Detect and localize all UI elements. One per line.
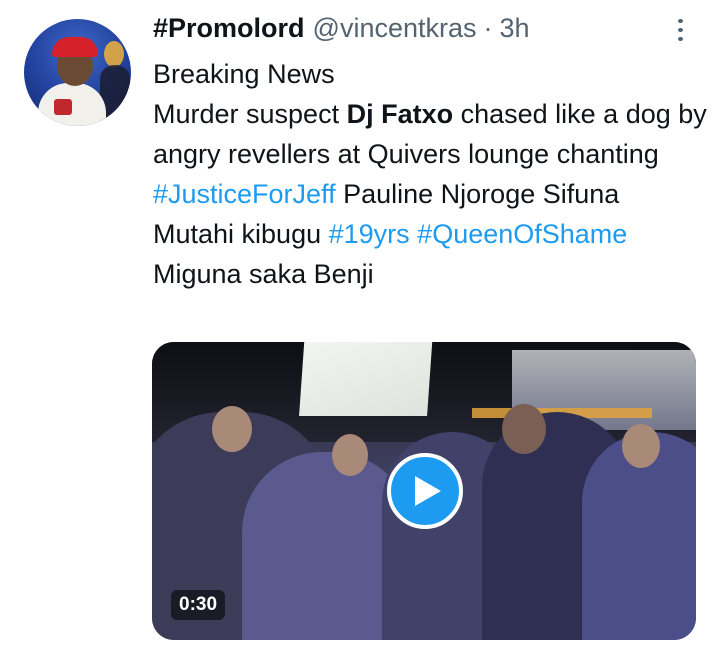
tweet-text-fragment: Pauline Njoroge Sifuna xyxy=(335,179,620,209)
tweet-text-fragment: Mutahi kibugu xyxy=(153,219,329,249)
hashtag-19yrs[interactable]: #19yrs xyxy=(329,219,410,249)
hashtag-justiceforjeff[interactable]: #JusticeForJeff xyxy=(153,179,336,209)
video-player[interactable]: 0:30 xyxy=(152,342,696,640)
video-scene-head xyxy=(622,424,660,468)
video-scene-head xyxy=(212,406,252,452)
avatar-red-cap xyxy=(52,37,98,57)
tweet-header: #Promolord @vincentkras · 3h xyxy=(153,13,530,47)
tweet-line-last: Miguna saka Benji xyxy=(153,259,374,289)
avatar-person-body xyxy=(38,83,106,126)
more-vertical-icon[interactable] xyxy=(666,16,694,44)
avatar[interactable] xyxy=(24,19,131,126)
tweet-bold-name: Dj Fatxo xyxy=(346,99,454,129)
author-handle[interactable]: @vincentkras xyxy=(313,13,477,44)
tweet-timestamp[interactable]: 3h xyxy=(500,13,530,44)
video-duration-badge: 0:30 xyxy=(171,590,226,620)
video-scene-head xyxy=(332,434,368,476)
tweet-line-breaking-news: Breaking News xyxy=(153,59,335,89)
video-scene-head xyxy=(502,404,546,454)
hashtag-queenofshame[interactable]: #QueenOfShame xyxy=(417,219,627,249)
tweet-line-tags: Mutahi kibugu #19yrs #QueenOfShame xyxy=(153,214,708,254)
video-scene-screen xyxy=(299,342,433,416)
avatar-shirt-print xyxy=(54,99,72,115)
tweet-text-fragment: Murder suspect xyxy=(153,99,347,129)
play-button[interactable] xyxy=(387,453,463,529)
header-separator: · xyxy=(483,13,493,43)
more-dot xyxy=(677,27,683,33)
more-dot xyxy=(677,18,683,23)
tweet-line-main: Murder suspect Dj Fatxo chased like a do… xyxy=(153,94,708,214)
author-display-name[interactable]: #Promolord xyxy=(153,13,305,44)
more-dot xyxy=(677,37,683,42)
play-icon xyxy=(415,476,441,506)
tweet-body: Breaking News Murder suspect Dj Fatxo ch… xyxy=(153,54,708,294)
avatar-background-light xyxy=(104,41,124,67)
